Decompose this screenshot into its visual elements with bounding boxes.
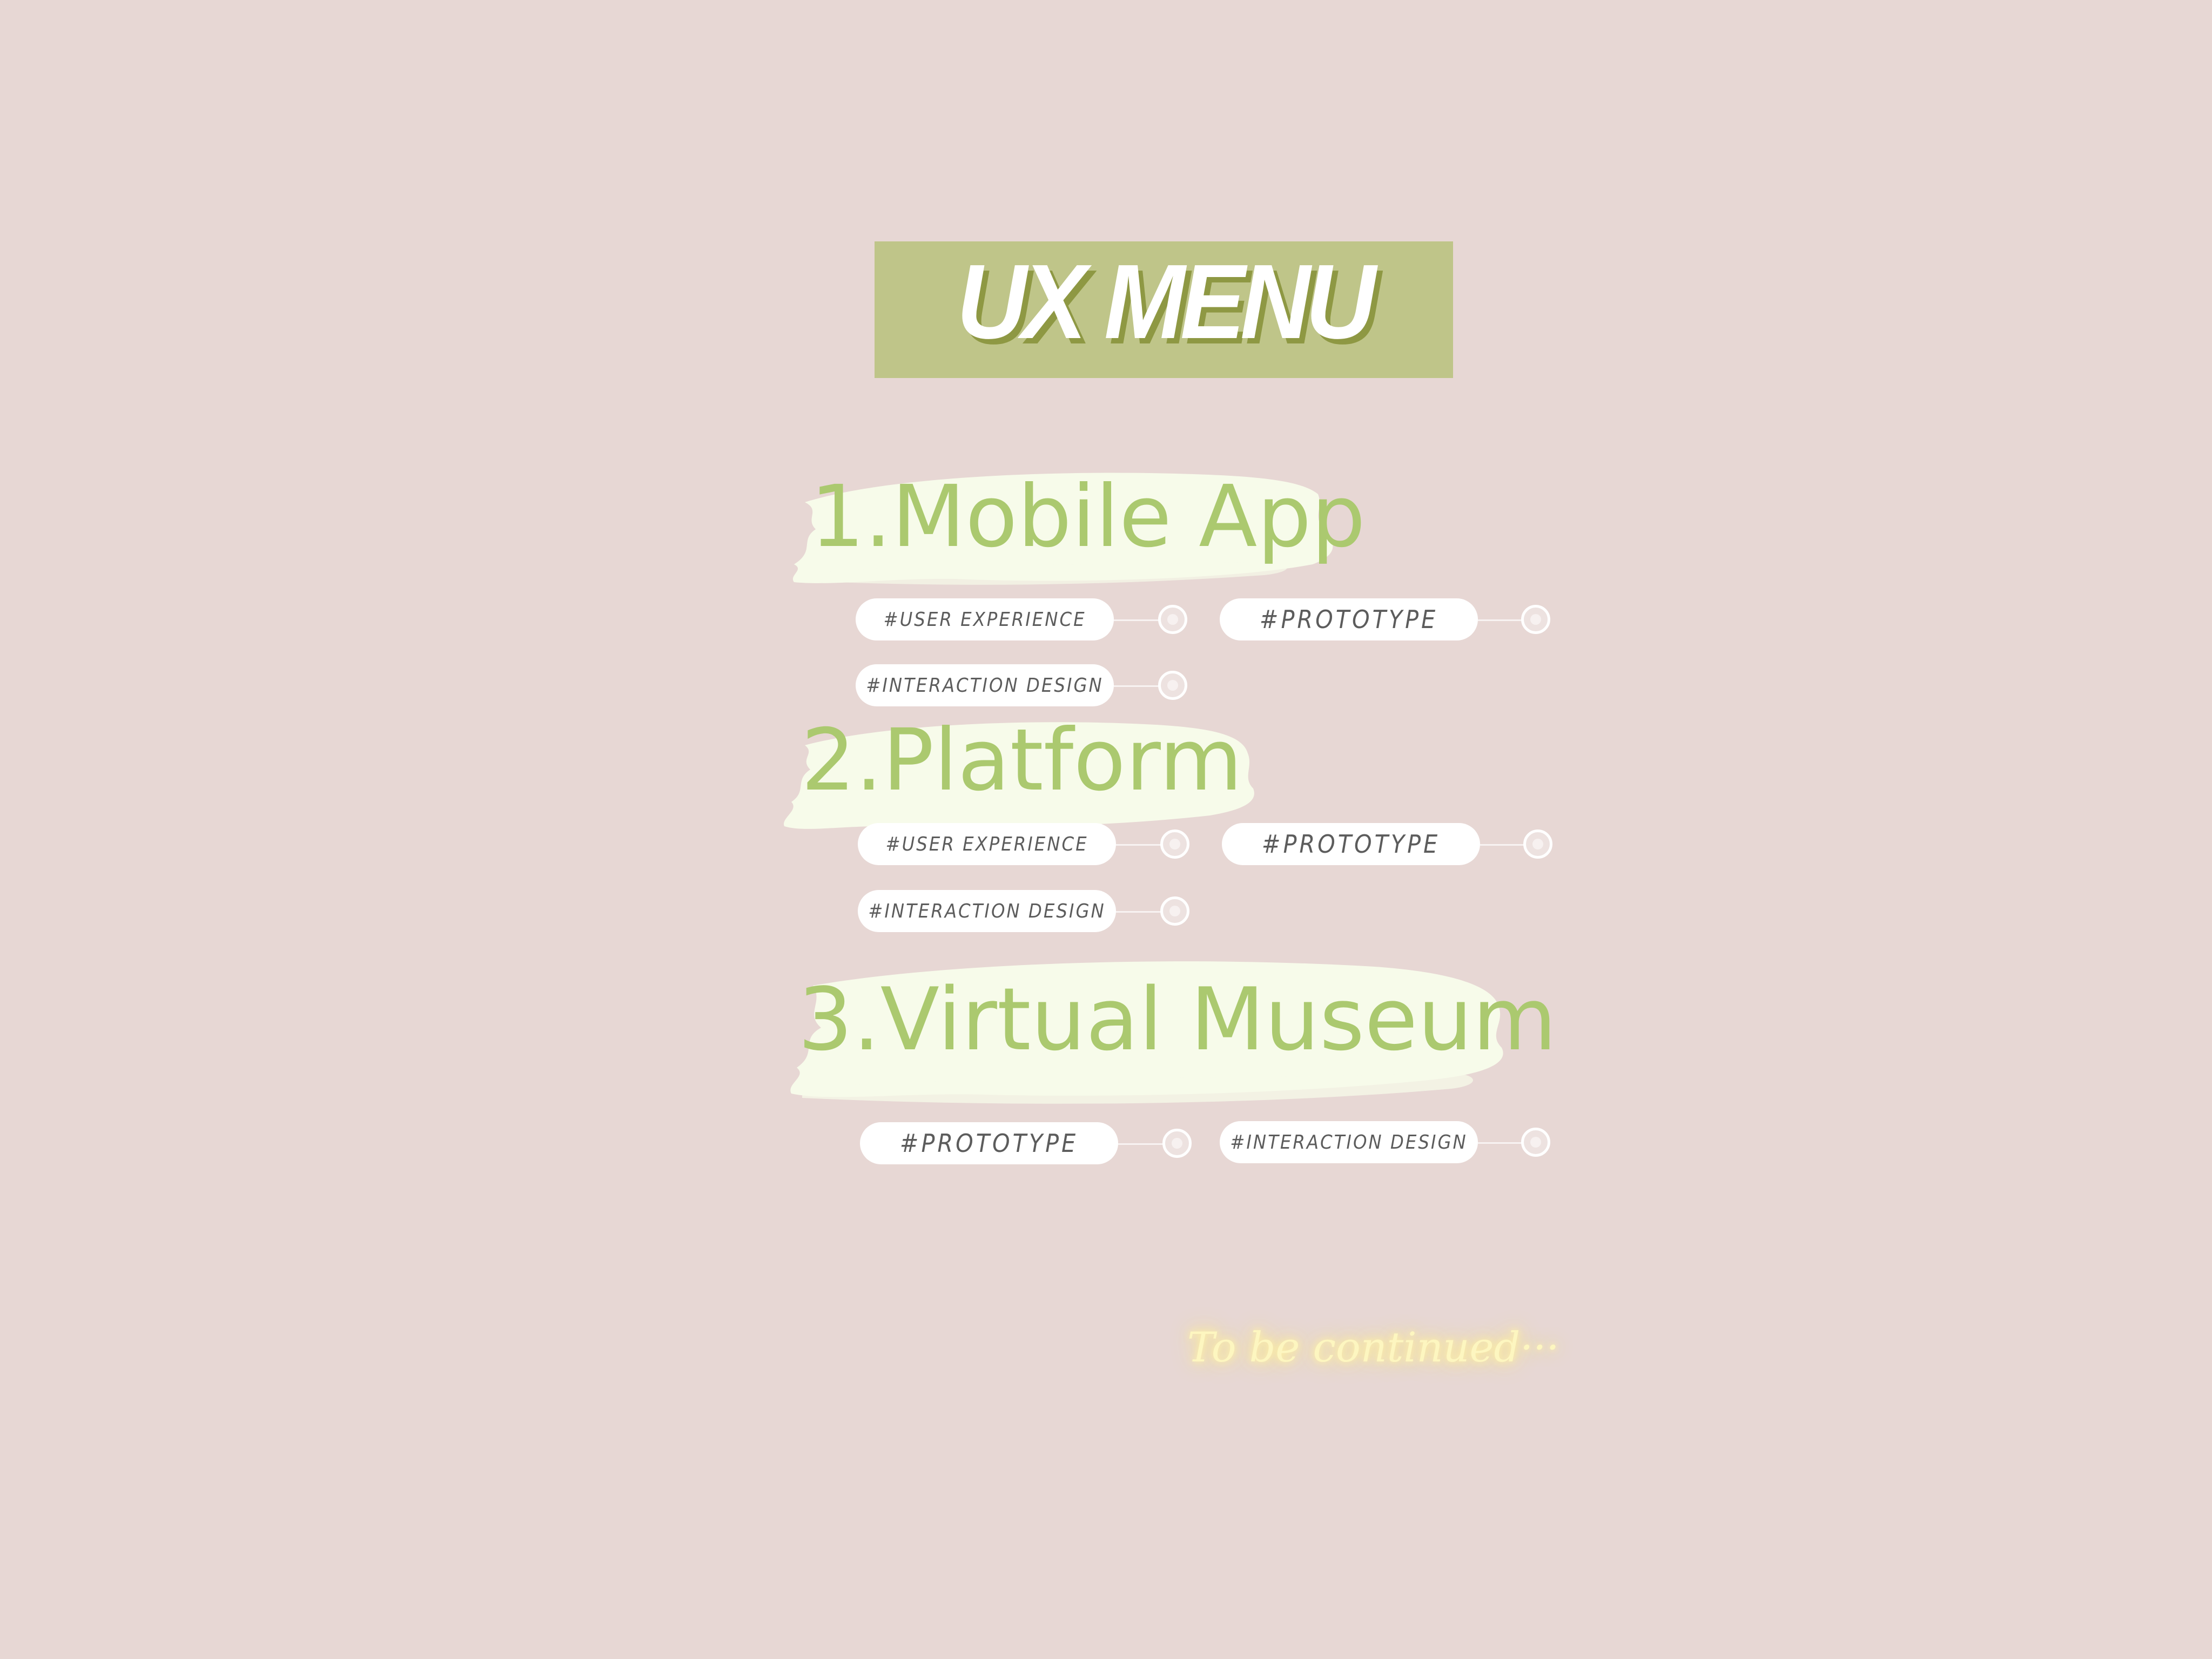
tag-prototype[interactable]: #PROTOTYPE: [1222, 823, 1480, 865]
tag-dot-icon: [1523, 830, 1552, 859]
connector-line: [1480, 844, 1525, 846]
section-heading-platform: 2.Platform: [801, 711, 1243, 810]
tag-dot-icon: [1158, 605, 1187, 634]
tag-prototype[interactable]: #PROTOTYPE: [1220, 598, 1478, 640]
section-heading-virtual-museum: 3.Virtual Museum: [798, 969, 1557, 1070]
page-title: UX MENU: [956, 242, 1376, 361]
connector-line: [1116, 911, 1161, 913]
connector-line: [1118, 1143, 1164, 1145]
connector-line: [1114, 619, 1159, 621]
tag-dot-icon: [1160, 896, 1189, 926]
connector-line: [1478, 1142, 1523, 1144]
to-be-continued-text: To be continued···: [1187, 1323, 1559, 1371]
tag-user-experience[interactable]: #USER EXPERIENCE: [858, 823, 1116, 865]
section-heading-mobile-app: 1.Mobile App: [810, 467, 1366, 567]
connector-line: [1116, 844, 1161, 846]
tag-dot-icon: [1521, 1128, 1550, 1157]
tag-dot-icon: [1158, 671, 1187, 700]
tag-dot-icon: [1162, 1129, 1192, 1158]
tag-dot-icon: [1521, 605, 1550, 634]
tag-interaction-design[interactable]: #INTERACTION DESIGN: [856, 664, 1114, 706]
tag-user-experience[interactable]: #USER EXPERIENCE: [856, 598, 1114, 640]
connector-line: [1478, 619, 1523, 621]
tag-interaction-design[interactable]: #INTERACTION DESIGN: [858, 890, 1116, 932]
connector-line: [1114, 685, 1159, 687]
tag-dot-icon: [1160, 830, 1189, 859]
tag-prototype[interactable]: #PROTOTYPE: [860, 1122, 1118, 1164]
tag-interaction-design[interactable]: #INTERACTION DESIGN: [1220, 1121, 1478, 1163]
